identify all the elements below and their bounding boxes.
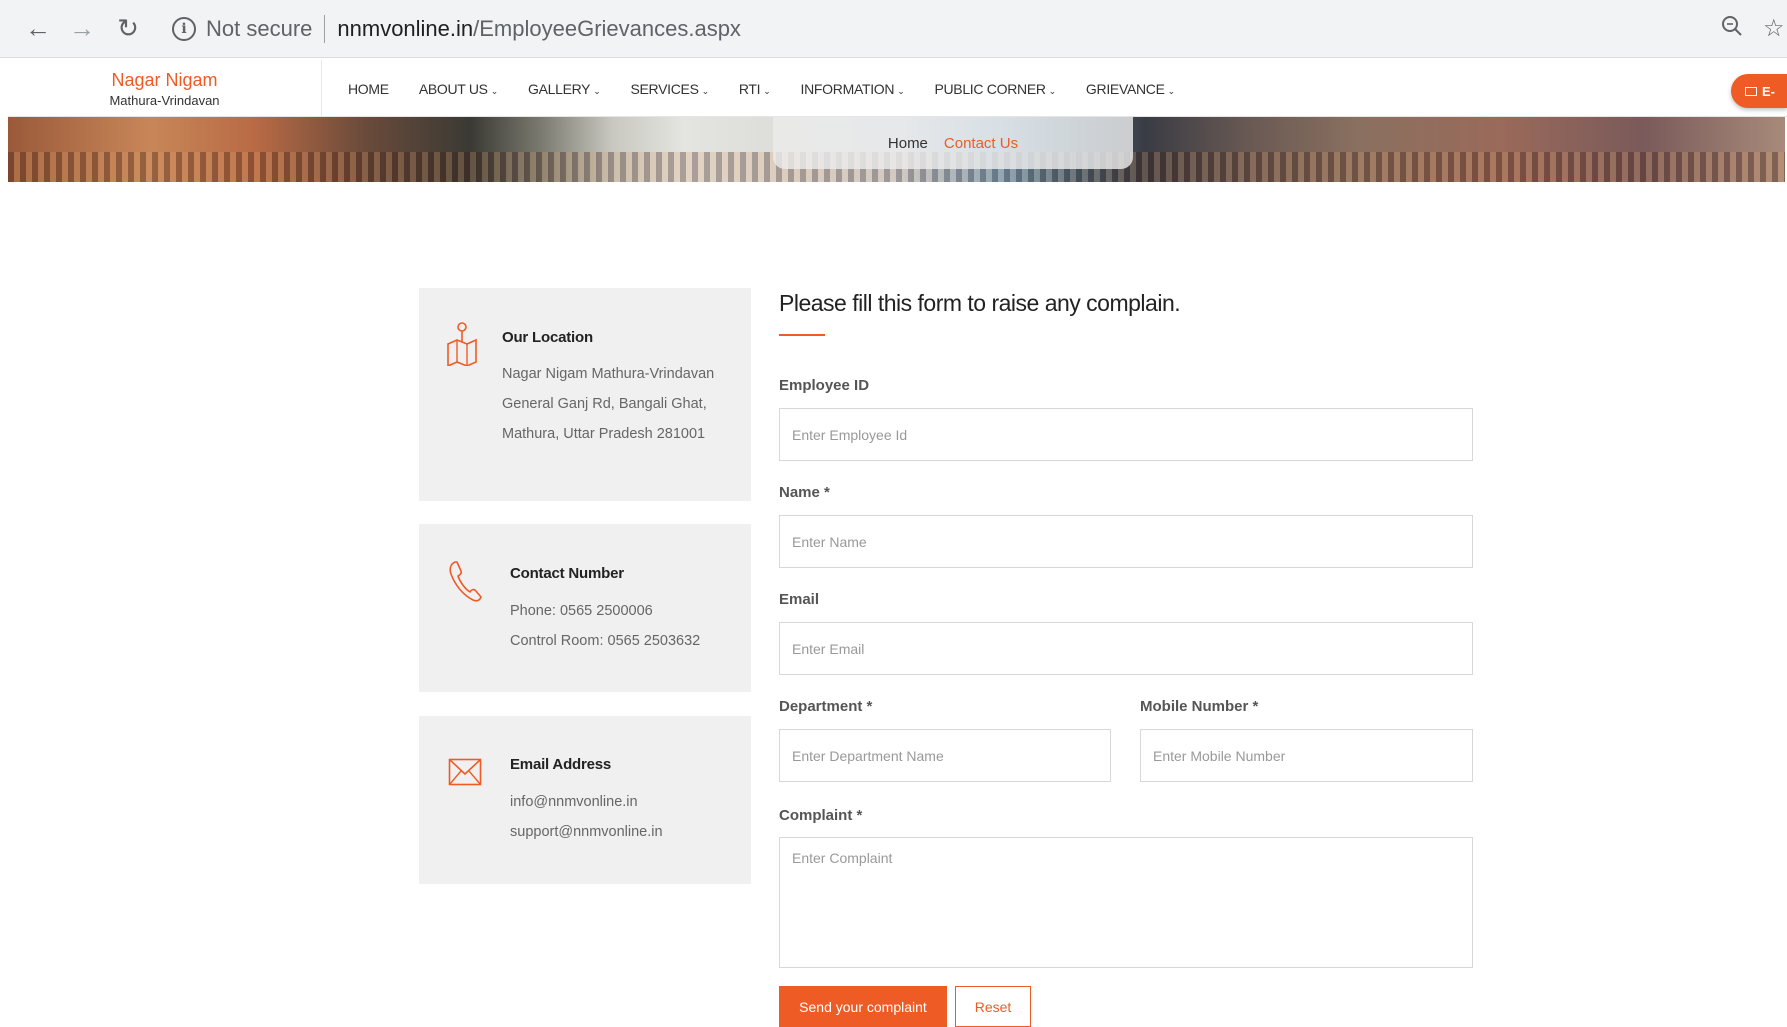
menu-item-label: GALLERY (527, 80, 591, 97)
menu-item-public-corner[interactable]: PUBLIC CORNER ⌄ (934, 80, 1057, 97)
menu-item-about-us[interactable]: ABOUT US ⌄ (419, 81, 498, 97)
site-logo[interactable]: Nagar Nigam Mathura-Vrindavan (8, 60, 322, 117)
name-label: Name * (779, 484, 830, 501)
menu-item-label: SERVICES (630, 80, 699, 97)
menu-item-label: INFORMATION (800, 80, 895, 97)
mobile-number-label: Mobile Number * (1140, 698, 1259, 715)
menu-item-label: RTI (738, 80, 761, 97)
card-icon (1745, 86, 1757, 96)
chevron-down-icon: ⌄ (701, 85, 710, 96)
location-line: Mathura, Uttar Pradesh 281001 (502, 426, 706, 442)
contact-number-title: Contact Number (510, 565, 624, 582)
department-input[interactable] (779, 729, 1111, 782)
phone-line: Phone: 0565 2500006 (510, 603, 653, 619)
breadcrumb-current: Contact Us (943, 134, 1019, 152)
menu-item-home[interactable]: HOME (348, 81, 389, 97)
menu-item-services[interactable]: SERVICES ⌄ (630, 80, 710, 97)
forward-arrow-icon[interactable]: → (66, 12, 98, 44)
chevron-down-icon: ⌄ (897, 85, 905, 96)
location-title: Our Location (502, 329, 593, 346)
email-line: info@nnmvonline.in (510, 794, 638, 810)
title-underline (779, 334, 825, 336)
url-path: /EmployeeGrievances.aspx (473, 16, 741, 41)
breadcrumb: Home Contact Us (773, 117, 1133, 169)
map-location-icon (445, 320, 479, 371)
menu-item-label: PUBLIC CORNER (934, 80, 1046, 97)
department-label: Department * (779, 698, 873, 715)
menu-item-label: ABOUT US (418, 80, 488, 97)
chevron-down-icon: ⌄ (593, 85, 601, 96)
email-line: support@nnmvonline.in (510, 824, 663, 840)
security-label: Not secure (206, 16, 313, 41)
chevron-down-icon: ⌄ (1167, 85, 1176, 96)
site-header: Nagar Nigam Mathura-Vrindavan HOME ABOUT… (8, 60, 1787, 117)
url-host: nnmvonline.in (337, 16, 474, 41)
address-bar[interactable]: i Not secure nnmvonline.in/EmployeeGriev… (160, 6, 1720, 52)
info-icon[interactable]: i (172, 17, 196, 41)
bookmark-star-icon[interactable]: ☆ (1763, 14, 1785, 43)
location-line: General Ganj Rd, Bangali Ghat, (502, 396, 707, 412)
chevron-down-icon: ⌄ (763, 85, 771, 96)
menu-item-information[interactable]: INFORMATION ⌄ (801, 81, 905, 97)
control-room-line: Control Room: 0565 2503632 (510, 633, 701, 649)
location-line: Nagar Nigam Mathura-Vrindavan (502, 366, 715, 382)
menu-item-label: HOME (348, 80, 389, 97)
employee-id-input[interactable] (779, 408, 1473, 461)
menu-item-gallery[interactable]: GALLERY ⌄ (527, 80, 601, 97)
zoom-icon[interactable] (1720, 14, 1744, 45)
page-banner: Home Contact Us (8, 117, 1785, 182)
menu-item-grievance[interactable]: GRIEVANCE ⌄ (1086, 81, 1175, 97)
corner-action-button[interactable]: E- (1731, 74, 1787, 108)
contact-number-card: Contact Number Phone: 0565 2500006 Contr… (419, 524, 751, 692)
menu-item-rti[interactable]: RTI ⌄ (739, 81, 771, 97)
complaint-textarea[interactable] (779, 837, 1473, 968)
email-input[interactable] (779, 622, 1473, 675)
back-arrow-icon[interactable]: ← (22, 12, 54, 44)
form-title: Please fill this form to raise any compl… (779, 290, 1181, 316)
corner-button-label: E- (1762, 83, 1775, 99)
email-address-card: Email Address info@nnmvonline.in support… (419, 716, 751, 884)
logo-subtitle: Mathura-Vrindavan (109, 93, 220, 108)
breadcrumb-home-link[interactable]: Home (888, 135, 928, 152)
main-menu: HOME ABOUT US ⌄ GALLERY ⌄ SERVICES ⌄ RTI ⌄ I… (348, 60, 1205, 117)
omnibox-divider (324, 15, 326, 43)
phone-icon (447, 559, 483, 608)
browser-toolbar: ← → ↻ i Not secure nnmvonline.in/Employe… (0, 0, 1787, 58)
menu-item-label: GRIEVANCE (1085, 80, 1165, 97)
send-complaint-button[interactable]: Send your complaint (779, 986, 947, 1027)
mobile-number-input[interactable] (1140, 729, 1473, 782)
envelope-icon (448, 758, 482, 791)
chevron-down-icon: ⌄ (1048, 85, 1057, 96)
reset-button[interactable]: Reset (955, 986, 1031, 1027)
complaint-label: Complaint * (779, 807, 863, 824)
chevron-down-icon: ⌄ (490, 85, 499, 96)
email-address-title: Email Address (510, 756, 612, 773)
location-card: Our Location Nagar Nigam Mathura-Vrindav… (419, 288, 751, 501)
employee-id-label: Employee ID (779, 377, 870, 394)
logo-title: Nagar Nigam (111, 70, 218, 90)
reload-icon[interactable]: ↻ (112, 12, 144, 44)
name-input[interactable] (779, 515, 1473, 568)
email-label: Email (779, 591, 820, 608)
